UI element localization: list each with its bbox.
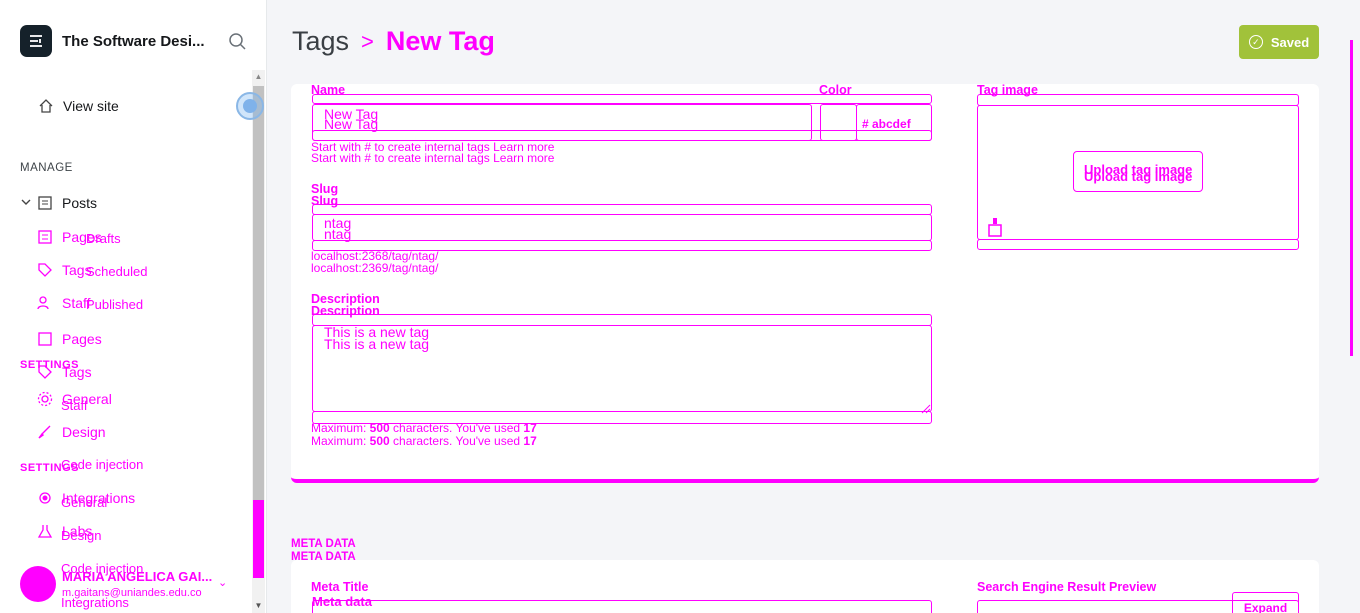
chevron-down-icon[interactable] xyxy=(20,195,32,211)
main-scrollbar-thumb[interactable] xyxy=(1350,40,1353,356)
description-hint-max-ghost: 500 xyxy=(369,434,390,448)
sidebar-item-tags[interactable]: Tags xyxy=(36,363,92,381)
flask-icon xyxy=(36,522,54,540)
breadcrumb-separator: > xyxy=(361,28,374,54)
pages-icon xyxy=(36,228,54,246)
name-hint-ghost: Start with # to create internal tags Lea… xyxy=(311,151,555,165)
description-hint-prefix: Maximum: xyxy=(311,421,370,435)
design-label: Design xyxy=(62,424,106,440)
saved-button-label: Saved xyxy=(1270,34,1310,50)
user-email: m.gaitans@uniandes.edu.co xyxy=(62,587,202,599)
sidebar-item-tags-ghost[interactable]: Tags xyxy=(36,261,92,279)
tag-icon xyxy=(36,261,54,279)
resize-handle-icon[interactable] xyxy=(921,401,931,419)
integrations-icon xyxy=(36,489,54,507)
upload-tag-image-button[interactable]: Upload tag image Upload tag image xyxy=(1073,151,1203,192)
search-icon[interactable] xyxy=(228,32,248,52)
slug-url-ghost: localhost:2369/tag/ntag/ xyxy=(311,261,439,275)
gear-icon xyxy=(36,390,54,408)
sidebar-item-drafts[interactable]: Drafts xyxy=(86,231,121,246)
upload-tag-image-label-ghost: Upload tag image xyxy=(1084,169,1193,184)
sidebar-item-design[interactable]: Design xyxy=(36,423,106,441)
description-hint-ghost: Maximum: 500 characters. You've used 17 xyxy=(311,434,537,448)
avatar[interactable] xyxy=(20,566,56,602)
scroll-up-arrow-icon[interactable]: ▲ xyxy=(252,70,265,84)
serp-preview-label: Search Engine Result Preview xyxy=(977,580,1157,594)
site-logo-icon xyxy=(20,25,52,57)
description-hint: Maximum: 500 characters. You've used 17 xyxy=(311,421,537,435)
scrollbar-thumb-highlight[interactable] xyxy=(253,500,264,578)
tags-label: Tags xyxy=(62,364,92,380)
chevron-down-icon[interactable]: ⌄ xyxy=(218,576,227,589)
breadcrumb-tags-link[interactable]: Tags xyxy=(292,26,349,57)
meta-data-section-title: META DATA xyxy=(291,538,356,550)
description-hint-prefix-ghost: Maximum: xyxy=(311,434,370,448)
meta-title-value: Meta data xyxy=(312,594,372,609)
sidebar-item-code-injection-ghost[interactable]: Code injection xyxy=(61,457,143,472)
description-hint-mid-ghost: characters. You've used xyxy=(389,434,524,448)
site-brand[interactable]: The Software Desi... xyxy=(20,25,212,57)
staff-icon xyxy=(36,294,54,312)
cursor-indicator xyxy=(236,92,264,120)
main-scrollbar[interactable] xyxy=(1347,40,1360,613)
sidebar-item-scheduled[interactable]: Scheduled xyxy=(86,264,147,279)
site-title: The Software Desi... xyxy=(62,32,205,50)
sidebar-item-staff[interactable]: Staff xyxy=(61,398,88,413)
tag-icon xyxy=(36,363,54,381)
description-hint-used-ghost: 17 xyxy=(523,434,537,448)
view-site-label: View site xyxy=(63,98,119,114)
check-circle-icon: ✓ xyxy=(1248,35,1263,49)
posts-label: Posts xyxy=(62,195,98,211)
breadcrumb: Tags > New Tag xyxy=(292,26,495,57)
sidebar-item-general-ghost[interactable]: General xyxy=(61,495,107,510)
pages-icon xyxy=(36,330,54,348)
posts-icon xyxy=(36,194,54,212)
sidebar: The Software Desi... View site MANAGE Po… xyxy=(0,0,267,613)
saved-button[interactable]: ✓ Saved xyxy=(1239,25,1319,59)
expand-button[interactable]: Expand xyxy=(1232,592,1299,613)
meta-title-label: Meta Title xyxy=(311,580,369,594)
description-hint-used: 17 xyxy=(523,421,537,435)
manage-section-label: MANAGE xyxy=(20,162,73,174)
sidebar-item-staff-ghost[interactable]: Staff xyxy=(36,294,91,312)
scroll-down-arrow-icon[interactable]: ▼ xyxy=(252,599,265,613)
sidebar-item-published[interactable]: Published xyxy=(86,297,143,312)
pages-label: Pages xyxy=(62,331,102,347)
image-icon xyxy=(988,217,1002,242)
meta-title-input[interactable] xyxy=(312,600,932,613)
sidebar-item-pages[interactable]: Pages xyxy=(36,330,102,348)
description-textarea-value-ghost: This is a new tag xyxy=(324,336,430,352)
brush-icon xyxy=(36,423,54,441)
scrollbar-thumb[interactable] xyxy=(253,86,264,500)
user-name[interactable]: MARIA ANGELICA GAI... xyxy=(62,569,222,584)
view-site-link[interactable]: View site xyxy=(37,97,119,115)
color-label: Color xyxy=(819,83,852,97)
sidebar-scrollbar[interactable]: ▲ ▼ xyxy=(252,70,265,613)
color-input-value: # abcdef xyxy=(862,117,911,131)
sidebar-item-posts[interactable]: Posts xyxy=(20,194,97,212)
description-hint-mid: characters. You've used xyxy=(389,421,524,435)
sidebar-item-design-ghost[interactable]: Design xyxy=(61,528,101,543)
tag-image-underline xyxy=(977,239,1299,250)
home-icon xyxy=(37,97,55,115)
slug-input[interactable] xyxy=(312,214,932,241)
page-title: New Tag xyxy=(385,26,495,56)
description-hint-max: 500 xyxy=(369,421,390,435)
